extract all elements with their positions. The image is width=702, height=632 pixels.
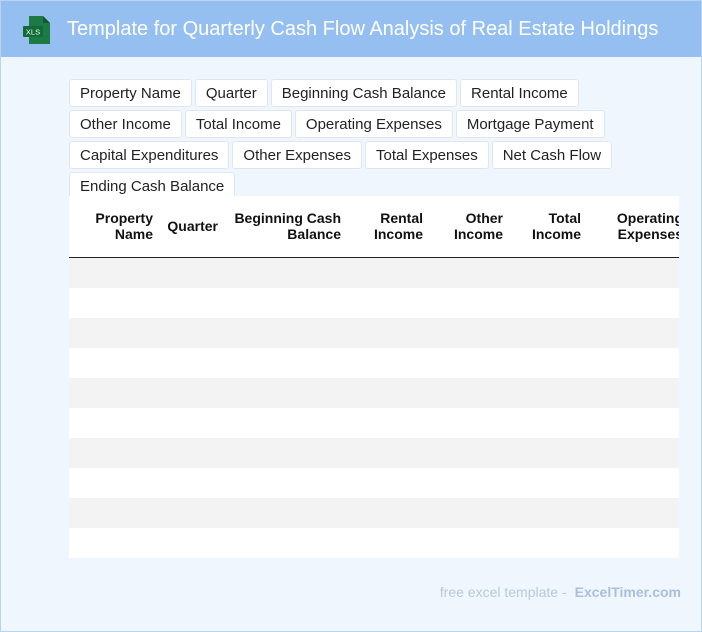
table-row bbox=[69, 348, 679, 378]
column-header: Quarter bbox=[167, 218, 218, 234]
footer-text: free excel template - bbox=[439, 584, 567, 600]
table-row bbox=[69, 378, 679, 408]
table-row bbox=[69, 408, 679, 438]
footer-credit: free excel template - ExcelTimer.com bbox=[440, 584, 681, 600]
column-header: Total Income bbox=[531, 210, 581, 242]
column-tag-list: Property Name Quarter Beginning Cash Balan… bbox=[69, 79, 689, 200]
column-header: Property Name bbox=[95, 210, 153, 242]
table-row bbox=[69, 258, 679, 288]
table-row bbox=[69, 468, 679, 498]
cash-flow-table: Property Name Quarter Beginning Cash Balan… bbox=[69, 196, 679, 558]
tag-chip[interactable]: Rental Income bbox=[460, 79, 579, 107]
table-body bbox=[69, 258, 679, 558]
tag-chip[interactable]: Operating Expenses bbox=[294, 110, 453, 138]
xls-icon-label: XLS bbox=[26, 28, 40, 37]
column-header: Operating Expenses bbox=[616, 210, 679, 242]
table-row bbox=[69, 318, 679, 348]
tag-chip[interactable]: Mortgage Payment bbox=[455, 110, 605, 138]
table-row bbox=[69, 498, 679, 528]
tag-chip[interactable]: Property Name bbox=[69, 79, 192, 107]
table-row bbox=[69, 288, 679, 318]
table-row bbox=[69, 438, 679, 468]
column-header: Other Income bbox=[453, 210, 503, 242]
footer-brand-link[interactable]: ExcelTimer.com bbox=[575, 584, 681, 600]
title-bar: XLS Template for Quarterly Cash Flow Ana… bbox=[1, 1, 701, 57]
tag-chip[interactable]: Total Income bbox=[184, 110, 292, 138]
column-header: Beginning Cash Balance bbox=[234, 210, 341, 242]
tag-chip[interactable]: Quarter bbox=[194, 79, 268, 107]
column-header: Rental Income bbox=[373, 210, 423, 242]
tag-chip[interactable]: Beginning Cash Balance bbox=[270, 79, 458, 107]
tag-chip[interactable]: Other Expenses bbox=[232, 141, 362, 169]
tag-chip[interactable]: Total Expenses bbox=[364, 141, 489, 169]
template-card: XLS Template for Quarterly Cash Flow Ana… bbox=[0, 0, 702, 632]
tag-chip[interactable]: Net Cash Flow bbox=[491, 141, 613, 169]
tag-chip[interactable]: Other Income bbox=[69, 110, 182, 138]
tag-chip[interactable]: Capital Expenditures bbox=[69, 141, 230, 169]
table-header: Property Name Quarter Beginning Cash Balan… bbox=[69, 196, 679, 258]
page-title: Template for Quarterly Cash Flow Analysi… bbox=[67, 18, 659, 40]
xls-file-icon: XLS bbox=[23, 16, 50, 44]
table-row bbox=[69, 528, 679, 558]
